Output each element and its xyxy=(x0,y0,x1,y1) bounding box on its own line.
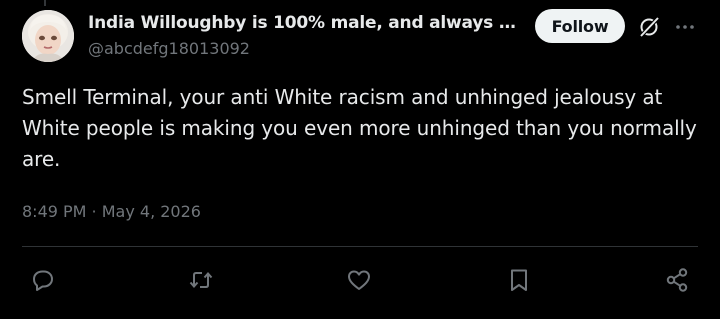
repost-button[interactable] xyxy=(187,266,215,294)
avatar-image xyxy=(22,10,74,62)
repost-icon xyxy=(189,271,213,289)
tweet-text: Smell Terminal, your anti White racism a… xyxy=(22,85,697,171)
bookmark-button[interactable] xyxy=(505,266,533,294)
avatar[interactable] xyxy=(22,10,74,62)
like-icon xyxy=(348,270,370,290)
divider xyxy=(22,246,698,247)
author-display-name[interactable]: India Willoughby is 100% male, and alway… xyxy=(88,13,526,33)
reply-icon xyxy=(33,270,53,291)
follow-button[interactable]: Follow xyxy=(535,9,625,43)
bookmark-icon xyxy=(511,269,527,291)
grok-icon[interactable] xyxy=(636,14,662,40)
reply-button[interactable] xyxy=(29,266,57,294)
share-icon xyxy=(666,268,688,292)
thread-connector-line xyxy=(44,0,46,6)
share-button[interactable] xyxy=(663,266,691,294)
more-icon[interactable] xyxy=(672,14,698,40)
author-handle[interactable]: @abcdefg18013092 xyxy=(88,39,250,58)
tweet-timestamp[interactable]: 8:49 PM · May 4, 2026 xyxy=(22,202,201,221)
like-button[interactable] xyxy=(345,266,373,294)
